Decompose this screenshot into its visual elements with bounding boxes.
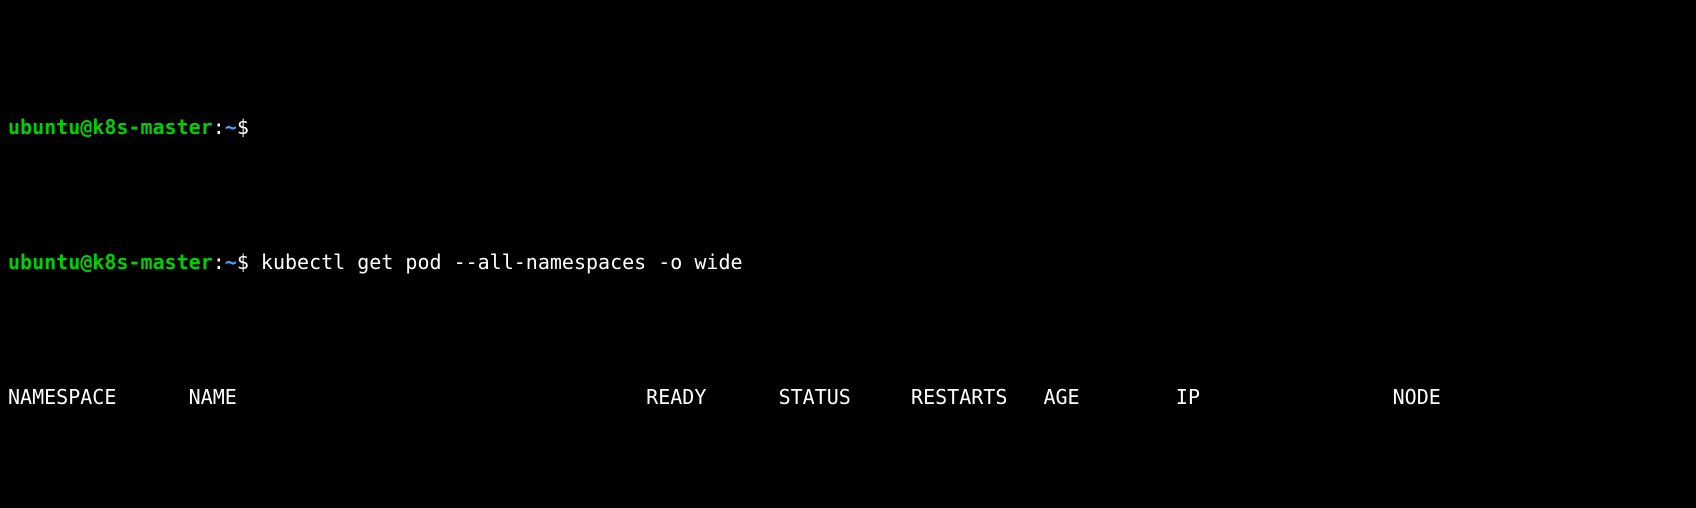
- col-ready: READY: [646, 384, 778, 411]
- prompt-cwd: ~: [225, 115, 237, 139]
- prompt-at: @: [80, 115, 92, 139]
- col-name: NAME: [189, 384, 647, 411]
- prompt-dollar: $: [237, 250, 249, 274]
- col-restarts: RESTARTS: [911, 384, 1043, 411]
- prompt-colon: :: [213, 115, 225, 139]
- col-node: NODE: [1393, 384, 1562, 411]
- prompt-host: k8s-master: [92, 250, 212, 274]
- prompt-user: ubuntu: [8, 250, 80, 274]
- prompt-user: ubuntu: [8, 115, 80, 139]
- col-status: STATUS: [779, 384, 911, 411]
- prompt-cwd: ~: [225, 250, 237, 274]
- col-ip: IP: [1176, 384, 1393, 411]
- command: kubectl get pod --all-namespaces -o wide: [261, 250, 743, 274]
- table-header-row: NAMESPACENAMEREADYSTATUSRESTARTSAGEIPNOD…: [8, 384, 1688, 411]
- prompt-at: @: [80, 250, 92, 274]
- col-age: AGE: [1043, 384, 1175, 411]
- col-namespace: NAMESPACE: [8, 384, 189, 411]
- prompt-host: k8s-master: [92, 115, 212, 139]
- prompt-colon: :: [213, 250, 225, 274]
- prompt-line-command: ubuntu@k8s-master:~$ kubectl get pod --a…: [8, 249, 1688, 276]
- command-text: [249, 250, 261, 274]
- prompt-dollar: $: [237, 115, 249, 139]
- terminal[interactable]: ubuntu@k8s-master:~$ ubuntu@k8s-master:~…: [0, 0, 1696, 508]
- prompt-line-empty: ubuntu@k8s-master:~$: [8, 114, 1688, 141]
